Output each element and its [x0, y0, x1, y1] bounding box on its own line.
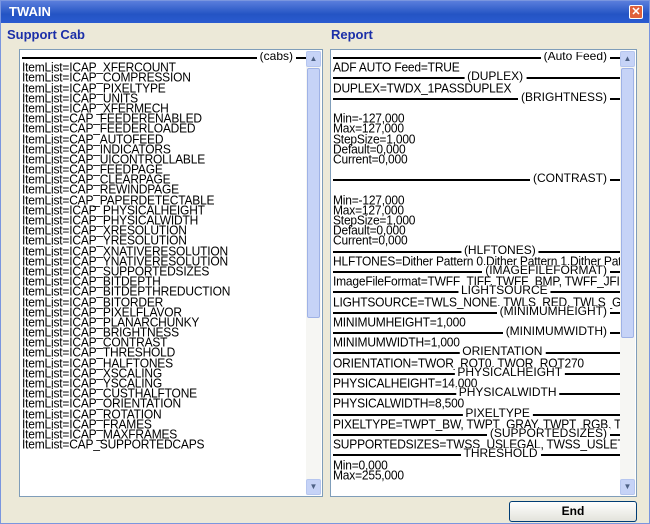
scroll-down-icon[interactable]: ▼	[620, 479, 635, 495]
support-cab-listbox[interactable]: (cabs) ItemList=ICAP_XFERCOUNT ItemList=I…	[19, 49, 323, 497]
report-line: Max=255,000	[333, 467, 404, 483]
support-cab-scrollbar[interactable]: ▲ ▼	[306, 51, 321, 495]
window-title: TWAIN	[9, 4, 51, 19]
end-button[interactable]: End	[509, 501, 637, 522]
section-separator: (CONTRAST)	[333, 172, 620, 184]
report-scrollbar[interactable]: ▲ ▼	[620, 51, 635, 495]
section-label: (MINIMUMWIDTH)	[502, 325, 610, 337]
scroll-thumb[interactable]	[621, 68, 634, 338]
section-separator: (BRIGHTNESS)	[333, 91, 620, 103]
section-label: (CONTRAST)	[530, 172, 610, 184]
list-item[interactable]: ItemList=CAP_SUPPORTEDCAPS	[22, 438, 306, 451]
title-bar[interactable]: TWAIN ✕	[1, 1, 649, 23]
twain-window: TWAIN ✕ Support Cab Report (cabs) ItemLi…	[0, 0, 650, 524]
close-button[interactable]: ✕	[629, 5, 643, 19]
section-label: (Auto Feed)	[540, 52, 610, 62]
scroll-up-icon[interactable]: ▲	[306, 51, 321, 67]
section-label: THRESHOLD	[460, 447, 541, 459]
scroll-thumb[interactable]	[307, 68, 320, 318]
support-cab-label: Support Cab	[7, 27, 85, 42]
section-label: (MINIMUMHEIGHT)	[496, 305, 610, 317]
scroll-up-icon[interactable]: ▲	[620, 51, 635, 67]
section-label: PHYSICALWIDTH	[455, 386, 560, 398]
section-label: (BRIGHTNESS)	[517, 91, 610, 103]
report-textbox[interactable]: (Auto Feed) ADF AUTO Feed=TRUE (DUPLEX) DUP…	[330, 49, 637, 497]
report-text: (Auto Feed) ADF AUTO Feed=TRUE (DUPLEX) DUP…	[333, 52, 620, 494]
close-icon: ✕	[631, 6, 641, 18]
report-label: Report	[331, 27, 373, 42]
report-line: Current=0,000	[333, 151, 408, 167]
support-cab-list: (cabs) ItemList=ICAP_XFERCOUNT ItemList=I…	[22, 52, 306, 494]
scroll-down-icon[interactable]: ▼	[306, 479, 321, 495]
cabs-header-label: (cabs)	[256, 52, 296, 62]
